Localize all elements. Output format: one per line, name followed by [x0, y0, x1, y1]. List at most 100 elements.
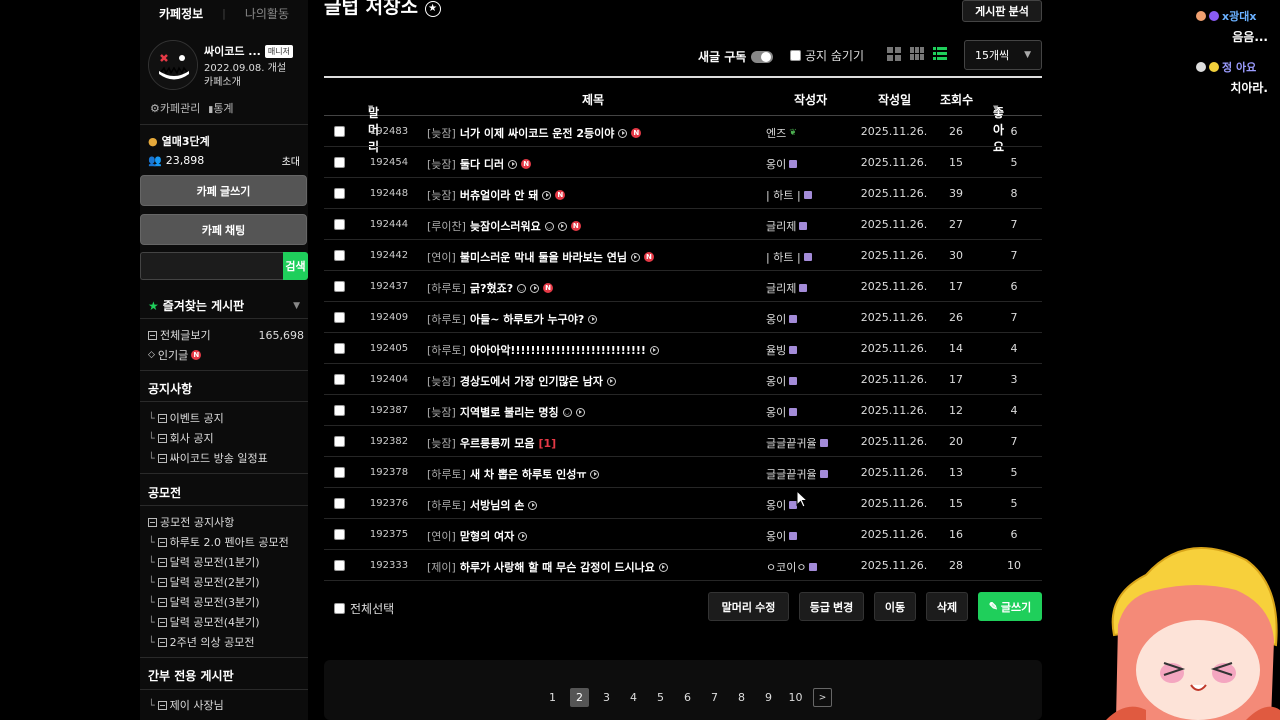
- row-checkbox[interactable]: [334, 529, 345, 540]
- sidebar-item-contest[interactable]: 공모전 공지사항: [148, 514, 304, 530]
- cafe-intro-link[interactable]: 카페소개: [204, 73, 241, 88]
- post-title-link[interactable]: [늦잠] 버츄얼이라 안 돼 N: [427, 187, 566, 203]
- page-3[interactable]: 3: [593, 688, 620, 707]
- board-analysis-button[interactable]: 게시판 분석: [962, 0, 1042, 22]
- post-author[interactable]: 옹이: [766, 156, 798, 172]
- table-row[interactable]: 192444 [루이찬] 늦잠이스러워요 ◡ N 글리제 2025.11.26. 27 7: [324, 209, 1042, 240]
- favorite-boards-header[interactable]: ★ 즐겨찾는 게시판 ▼: [148, 297, 300, 314]
- invite-link[interactable]: 초대: [282, 153, 300, 168]
- cafe-chat-button[interactable]: 카페 채팅: [140, 214, 307, 245]
- delete-button[interactable]: 삭제: [926, 592, 968, 621]
- row-checkbox[interactable]: [334, 250, 345, 261]
- post-title-link[interactable]: [하루토] 아아아악!!!!!!!!!!!!!!!!!!!!!!!!!!!: [427, 342, 659, 358]
- table-row[interactable]: 192378 [하루토] 새 차 뽑은 하루토 인성ㅠ 글글끝귀율 2025.11.26…: [324, 457, 1042, 488]
- toggle-switch[interactable]: [751, 50, 774, 63]
- sidebar-item-contest[interactable]: └ 하루토 2.0 펜아트 공모전: [148, 534, 304, 550]
- sidebar-item-company-notice[interactable]: └ 회사 공지: [148, 430, 304, 446]
- post-author[interactable]: | 하트 |: [766, 187, 812, 203]
- post-title-link[interactable]: [늦잠] 경상도에서 가장 인기많은 남자: [427, 373, 616, 389]
- row-checkbox[interactable]: [334, 312, 345, 323]
- page-4[interactable]: 4: [620, 688, 647, 707]
- page-5[interactable]: 5: [647, 688, 674, 707]
- sidebar-item-staff[interactable]: └ 제이 사장님: [148, 697, 304, 713]
- sidebar-item-contest[interactable]: └ 달력 공모전(4분기): [148, 614, 304, 630]
- sidebar-item-contest[interactable]: └ 달력 공모전(2분기): [148, 574, 304, 590]
- comment-count[interactable]: [1]: [539, 437, 557, 450]
- page-9[interactable]: 9: [755, 688, 782, 707]
- table-row[interactable]: 192382 [늦잠] 우르릉릉끼 모음 [1] 글글끝귀율 2025.11.26. 20 7: [324, 426, 1042, 457]
- cafe-search-input[interactable]: [140, 252, 283, 280]
- post-author[interactable]: 옹이: [766, 528, 798, 544]
- post-title-link[interactable]: [늦잠] 둘다 디러 N: [427, 156, 532, 172]
- tab-cafe-info[interactable]: 카페정보: [140, 5, 222, 22]
- table-row[interactable]: 192387 [늦잠] 지역별로 불리는 명칭 ◡ 옹이 2025.11.26. 12 4: [324, 395, 1042, 426]
- sidebar-item-event-notice[interactable]: └ 이벤트 공지: [148, 410, 304, 426]
- row-checkbox[interactable]: [334, 374, 345, 385]
- post-author[interactable]: 글글끝귀율: [766, 466, 828, 482]
- post-title-link[interactable]: [제이] 하루가 사랑해 할 때 무슨 감정이 드시나요: [427, 559, 668, 575]
- sidebar-item-contest[interactable]: └ 달력 공모전(3분기): [148, 594, 304, 610]
- post-author[interactable]: 엔즈 ❦: [766, 125, 797, 141]
- row-checkbox[interactable]: [334, 436, 345, 447]
- page-10[interactable]: 10: [782, 688, 809, 707]
- row-checkbox[interactable]: [334, 126, 345, 137]
- post-title-link[interactable]: [하루토] 새 차 뽑은 하루토 인성ㅠ: [427, 466, 600, 482]
- row-checkbox[interactable]: [334, 560, 345, 571]
- table-row[interactable]: 192375 [연이] 맏형의 여자 옹이 2025.11.26. 16 6: [324, 519, 1042, 550]
- write-button[interactable]: ✎ 글쓰기: [978, 592, 1042, 621]
- list-view-icon[interactable]: [933, 47, 947, 61]
- post-title-link[interactable]: [연이] 불미스러운 막내 둘을 바라보는 연님 N: [427, 249, 654, 265]
- post-title-link[interactable]: [연이] 맏형의 여자: [427, 528, 528, 544]
- star-icon[interactable]: ★: [424, 1, 441, 17]
- post-title-link[interactable]: [늦잠] 지역별로 불리는 명칭 ◡: [427, 404, 585, 420]
- edit-prefix-button[interactable]: 말머리 수정: [708, 592, 789, 621]
- move-button[interactable]: 이동: [874, 592, 916, 621]
- cafe-search-button[interactable]: 검색: [283, 252, 308, 280]
- cafe-stats-link[interactable]: ▮통계: [208, 100, 233, 116]
- post-author[interactable]: 옹이: [766, 311, 798, 327]
- per-page-select[interactable]: 15개씩 ▼: [964, 40, 1042, 70]
- post-author[interactable]: 옹이: [766, 373, 798, 389]
- table-row[interactable]: 192437 [하루토] 긁?혔죠? ◡ N 글리제 2025.11.26. 17 6: [324, 271, 1042, 302]
- row-checkbox[interactable]: [334, 281, 345, 292]
- page-7[interactable]: 7: [701, 688, 728, 707]
- table-row[interactable]: 192333 [제이] 하루가 사랑해 할 때 무슨 감정이 드시나요 ㅇ코이ㅇ 202…: [324, 550, 1042, 581]
- tab-my-activity[interactable]: 나의활동: [226, 5, 308, 22]
- row-checkbox[interactable]: [334, 157, 345, 168]
- post-title-link[interactable]: [하루토] 아들~ 하루토가 누구야?: [427, 311, 598, 327]
- sidebar-item-all-posts[interactable]: 전체글보기 165,698: [148, 327, 304, 343]
- subscribe-toggle[interactable]: 새글 구독: [698, 48, 774, 65]
- row-checkbox[interactable]: [334, 343, 345, 354]
- row-checkbox[interactable]: [334, 219, 345, 230]
- cafe-avatar[interactable]: [148, 40, 198, 90]
- page-2[interactable]: 2: [570, 688, 589, 707]
- change-grade-button[interactable]: 등급 변경: [799, 592, 864, 621]
- post-author[interactable]: 옹이: [766, 497, 798, 513]
- row-checkbox[interactable]: [334, 467, 345, 478]
- hide-notice-checkbox[interactable]: 공지 숨기기: [790, 47, 864, 64]
- sidebar-item-broadcast-schedule[interactable]: └ 싸이코드 방송 일정표: [148, 450, 304, 466]
- row-checkbox[interactable]: [334, 405, 345, 416]
- checkbox[interactable]: [334, 603, 345, 614]
- sidebar-item-contest[interactable]: └ 2주년 의상 공모전: [148, 634, 304, 650]
- post-author[interactable]: 율빙: [766, 342, 798, 358]
- sidebar-item-popular[interactable]: ◇ 인기글 N: [148, 347, 304, 363]
- post-author[interactable]: 글리제: [766, 280, 808, 296]
- page-6[interactable]: 6: [674, 688, 701, 707]
- post-title-link[interactable]: [늦잠] 너가 이제 싸이코드 운전 2등이야 N: [427, 125, 642, 141]
- page-8[interactable]: 8: [728, 688, 755, 707]
- table-row[interactable]: 192404 [늦잠] 경상도에서 가장 인기많은 남자 옹이 2025.11.26. 1…: [324, 364, 1042, 395]
- row-checkbox[interactable]: [334, 188, 345, 199]
- post-author[interactable]: 옹이: [766, 404, 798, 420]
- post-title-link[interactable]: [하루토] 긁?혔죠? ◡ N: [427, 280, 554, 296]
- cafe-name[interactable]: 싸이코드 ... 매니저: [204, 43, 293, 59]
- page-1[interactable]: 1: [539, 688, 566, 707]
- cafe-write-button[interactable]: 카페 글쓰기: [140, 175, 307, 206]
- sidebar-item-contest[interactable]: └ 달력 공모전(1분기): [148, 554, 304, 570]
- table-row[interactable]: 192409 [하루토] 아들~ 하루토가 누구야? 옹이 2025.11.26. 26 7: [324, 302, 1042, 333]
- caret-down-icon[interactable]: ▼: [293, 301, 300, 311]
- post-title-link[interactable]: [하루토] 서방님의 손: [427, 497, 538, 513]
- table-row[interactable]: 192376 [하루토] 서방님의 손 옹이 2025.11.26. 15 5: [324, 488, 1042, 519]
- post-title-link[interactable]: [늦잠] 우르릉릉끼 모음 [1]: [427, 435, 556, 451]
- post-title-link[interactable]: [루이찬] 늦잠이스러워요 ◡ N: [427, 218, 581, 234]
